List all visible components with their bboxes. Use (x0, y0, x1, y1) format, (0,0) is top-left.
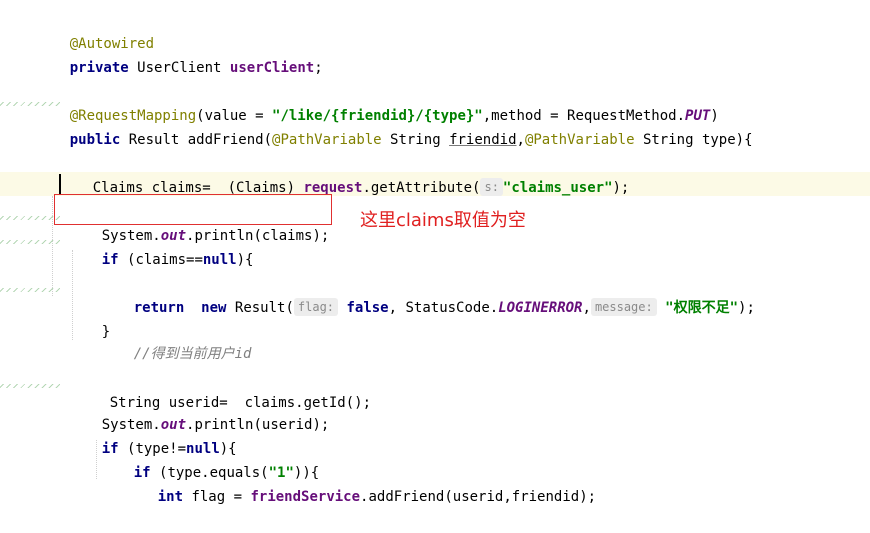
code-line[interactable]: int flag = friendService.addFriend(useri… (124, 461, 596, 505)
keyword-token: int (157, 489, 184, 505)
warning-squiggle (0, 240, 60, 244)
warning-squiggle (0, 288, 60, 292)
code-text: ); (612, 180, 630, 196)
code-line[interactable]: private UserClient userClient; (36, 32, 323, 76)
string-token: "权限不足" (665, 300, 739, 316)
annotation-note: 这里claims取值为空 (360, 210, 526, 231)
constant-token: LOGINERROR (498, 300, 583, 316)
annotation-token: @PathVariable (272, 132, 382, 148)
code-text: (claims== (127, 252, 203, 268)
code-text: flag = (191, 489, 251, 505)
string-token: "claims_user" (502, 180, 613, 196)
code-line[interactable]: if (claims==null){ (68, 224, 254, 268)
punct-token: , (582, 300, 591, 316)
warning-squiggle (0, 384, 60, 388)
code-line[interactable]: @RequestMapping(value = "/like/{friendid… (36, 80, 719, 124)
field-token: userClient (229, 60, 315, 76)
punct-token: , (516, 132, 525, 148)
code-text: Result( (234, 300, 294, 316)
highlight-box (54, 194, 332, 225)
code-text: ){ (236, 252, 254, 268)
keyword-token: public (69, 132, 121, 148)
param-token: friendid (449, 132, 517, 148)
keyword-token: new (201, 300, 227, 316)
code-text: String (390, 132, 450, 148)
keyword-token: private (69, 60, 129, 76)
code-line[interactable]: @Autowired (36, 8, 154, 52)
field-token: friendService (250, 489, 361, 505)
code-line[interactable]: if (type!=null){ (68, 413, 237, 457)
code-line[interactable]: Claims claims= (Claims) request.getAttri… (59, 152, 629, 196)
code-text: ); (738, 300, 755, 316)
keyword-token: false (346, 300, 389, 316)
text-caret (59, 174, 61, 194)
indent-guide (52, 196, 53, 296)
parameter-hint: message: (590, 298, 657, 316)
code-line[interactable]: System.out.println(userid); (68, 389, 330, 433)
code-text: String type){ (642, 132, 753, 148)
code-line[interactable]: public Result addFriend(@PathVariable St… (36, 104, 753, 148)
warning-squiggle (0, 216, 60, 220)
code-line[interactable]: //得到当前用户id (100, 318, 252, 362)
annotation-token: @PathVariable (524, 132, 635, 148)
parameter-hint: s: (480, 178, 503, 196)
code-text: .addFriend(userid,friendid); (360, 489, 597, 505)
code-text: .getAttribute( (362, 180, 481, 196)
code-text: , StatusCode. (388, 300, 499, 316)
code-editor[interactable]: @Autowired private UserClient userClient… (0, 0, 870, 505)
keyword-token: if (101, 252, 119, 268)
code-line[interactable]: if (type.equals("1")){ (100, 437, 319, 481)
keyword-token: return (133, 300, 185, 316)
code-text: Result addFriend( (128, 132, 273, 148)
code-line[interactable]: } (68, 296, 110, 340)
code-line[interactable]: return new Result(flag: false, StatusCod… (100, 272, 755, 316)
code-line[interactable]: String userid= claims.getId(); (76, 367, 371, 411)
punct-token: ; (314, 60, 323, 76)
type-token: UserClient (137, 60, 222, 76)
keyword-token: null (202, 252, 237, 268)
parameter-hint: flag: (293, 298, 339, 316)
comment-token: //得到当前用户id (133, 346, 252, 362)
